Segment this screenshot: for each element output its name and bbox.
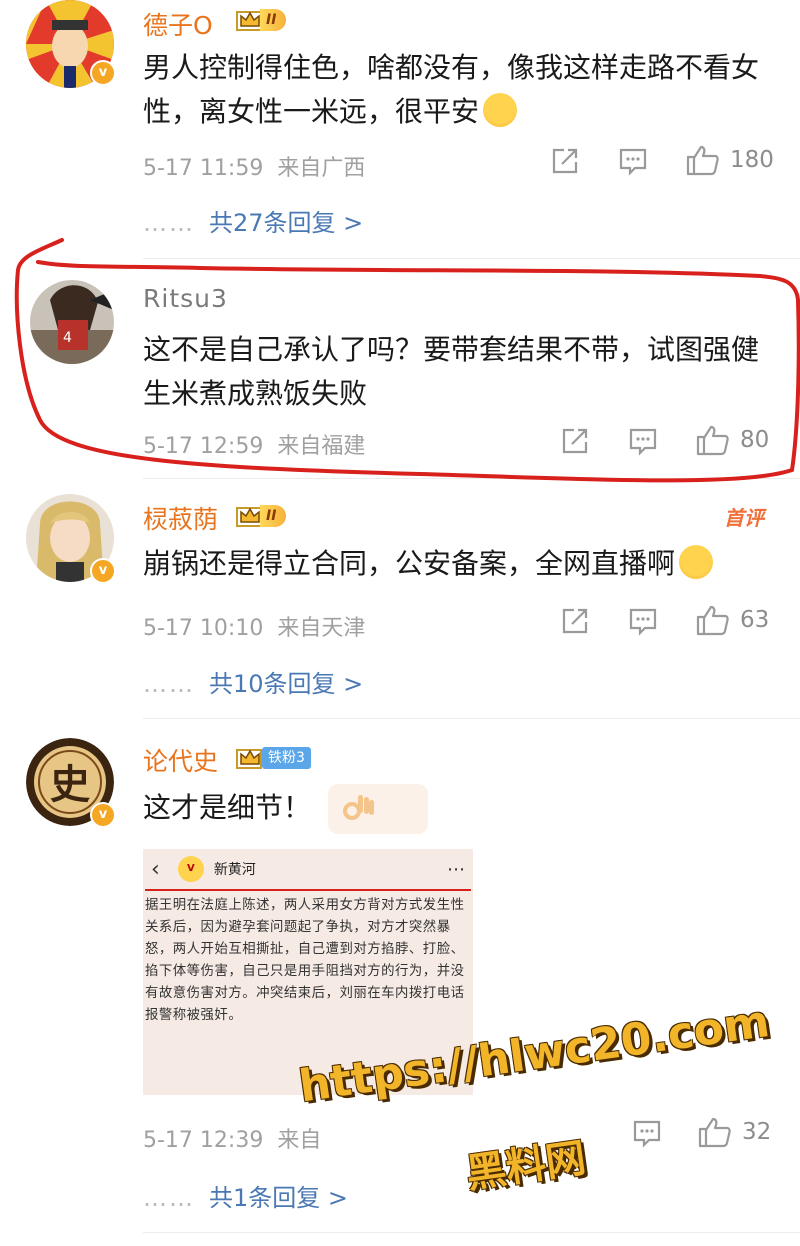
comment-text: 男人控制得住色，啥都没有，像我这样走路不看女性，离女性一米远，很平安 [143, 51, 760, 128]
rank-badge[interactable]: II [236, 8, 287, 32]
like-count: 63 [740, 607, 770, 633]
verified-icon: v [90, 558, 116, 584]
svg-text:4: 4 [63, 330, 72, 346]
username[interactable]: Ritsu3 [143, 284, 228, 313]
rank-label: II [260, 9, 287, 31]
account-name: 新黄河 [213, 862, 256, 878]
like-icon [696, 605, 729, 636]
view-replies-link[interactable]: …… 共10条回复 > [143, 664, 363, 699]
username[interactable]: 棂菽荫 [143, 500, 218, 536]
view-replies-link[interactable]: …… 共1条回复 > [143, 1178, 348, 1213]
verified-icon: v [90, 60, 116, 86]
rank-badge[interactable]: II [236, 504, 287, 528]
comment-meta: 5-17 12:39 来自 [143, 1128, 322, 1153]
username[interactable]: 德子O [143, 6, 213, 42]
fan-badge[interactable]: 铁粉3 [236, 746, 311, 770]
like-count: 80 [740, 427, 770, 453]
like-icon [698, 1117, 731, 1148]
avatar[interactable]: 4 [30, 280, 114, 364]
rank-label: II [260, 505, 287, 527]
like-icon [686, 145, 719, 176]
view-replies-link[interactable]: …… 共27条回复 > [143, 203, 363, 238]
more-icon[interactable]: ⋯ [447, 859, 465, 880]
share-button[interactable] [560, 606, 590, 636]
like-button[interactable]: 80 [696, 424, 769, 456]
comment-icon [633, 1120, 661, 1148]
fan-label: 铁粉3 [262, 747, 311, 769]
comment-icon [629, 428, 657, 456]
like-button[interactable]: 32 [698, 1116, 771, 1148]
username[interactable]: 论代史 [143, 742, 218, 778]
comment-3: v 棂菽荫 II 首评 崩锅还是得立合同，公安备案，全网直播啊 5-17 10:… [0, 490, 800, 716]
comment-text: 这才是细节！ [143, 784, 773, 834]
comment-4: 史 v 论代史 铁粉3 这才是细节！ ‹ V 新黄河 ⋯ 据王明在法庭上陈述，两… [0, 730, 800, 1246]
like-button[interactable]: 63 [696, 604, 769, 636]
yum-emoji-icon [679, 545, 714, 579]
like-icon [696, 425, 729, 456]
hot-comment-badge: 首评 [724, 506, 764, 530]
like-count: 180 [730, 147, 774, 173]
quote-text: 据王明在法庭上陈述，两人采用女方背对方式发生性关系后，因为避孕套问题起了争执，对… [145, 898, 465, 1023]
verified-icon: v [90, 802, 116, 828]
svg-text:史: 史 [50, 761, 90, 808]
reply-button[interactable] [632, 1118, 662, 1148]
share-icon [562, 428, 588, 454]
ellipsis: …… [143, 1184, 195, 1212]
comment-icon [619, 148, 647, 176]
share-button[interactable] [560, 426, 590, 456]
divider [143, 718, 800, 719]
comment-text: 崩锅还是得立合同，公安备案，全网直播啊 [143, 542, 773, 586]
divider [143, 258, 800, 259]
reply-button[interactable] [628, 426, 658, 456]
reply-button[interactable] [628, 606, 658, 636]
share-button[interactable] [550, 146, 580, 176]
share-icon [552, 148, 578, 174]
ellipsis: …… [143, 670, 195, 698]
share-icon [562, 608, 588, 634]
back-icon[interactable]: ‹ [151, 857, 160, 882]
comment-text: 这不是自己承认了吗？要带套结果不带，试图强健生米煮成熟饭失败 [143, 333, 760, 410]
ellipsis: …… [143, 209, 195, 237]
crown-icon [236, 749, 262, 769]
comment-icon [629, 608, 657, 636]
comment-meta: 5-17 12:59 来自福建 [143, 434, 366, 459]
like-button[interactable]: 180 [686, 144, 774, 176]
comment-1: v 德子O II 男人控制得住色，啥都没有，像我这样走路不看女性，离女性一米远，… [0, 0, 800, 258]
like-count: 32 [742, 1119, 772, 1145]
ok-hand-emoji-icon [327, 784, 428, 834]
account-avatar: V [177, 856, 204, 882]
blush-emoji-icon [483, 93, 518, 127]
divider [143, 1232, 800, 1233]
divider [143, 478, 800, 479]
comment-2: 4 Ritsu3 这不是自己承认了吗？要带套结果不带，试图强健生米煮成熟饭失败 … [0, 270, 800, 470]
quote-header: ‹ V 新黄河 ⋯ [143, 849, 473, 889]
comment-meta: 5-17 10:10 来自天津 [143, 616, 366, 641]
comment-meta: 5-17 11:59 来自广西 [143, 156, 366, 181]
reply-button[interactable] [618, 146, 648, 176]
